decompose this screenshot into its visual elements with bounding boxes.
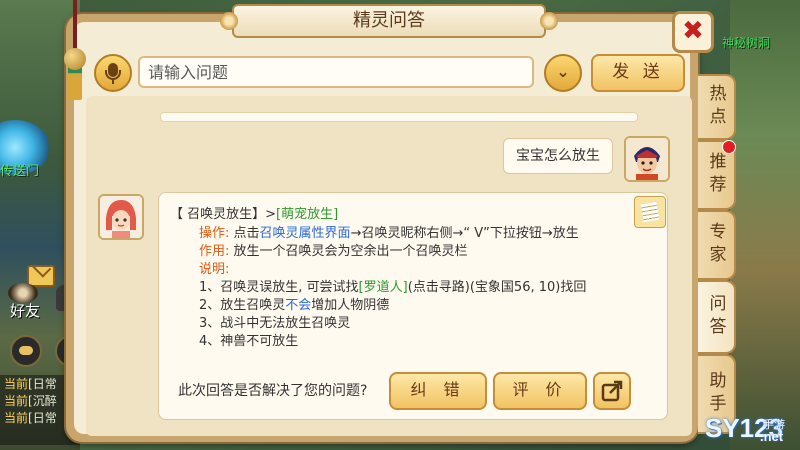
feedback-question: 此次回答是否解决了您的问题? <box>178 383 368 399</box>
answer-note-4: 4、神兽不可放生 <box>199 334 299 349</box>
portal-label[interactable]: 传送门 <box>0 160 39 179</box>
correct-error-button[interactable]: 纠 错 <box>389 372 487 410</box>
chat-icon[interactable] <box>10 335 42 367</box>
tassel-knot <box>64 48 86 70</box>
tab-qa[interactable]: 问答 <box>698 280 736 354</box>
answer-operation: 操作: 点击召唤灵属性界面→召唤灵昵称右侧→“ V”下拉按钮→放生 <box>199 226 579 241</box>
pet-release-link[interactable]: [萌宠放生] <box>276 207 338 222</box>
user-question-bubble: 宝宝怎么放生 <box>503 138 613 174</box>
npc-luodaoren-link[interactable]: [罗道人] <box>359 280 408 295</box>
answer-note-3: 3、战斗中无法放生召唤灵 <box>199 316 351 331</box>
assistant-avatar <box>98 194 144 240</box>
voice-input-button[interactable] <box>94 54 132 92</box>
history-dropdown-button[interactable]: ⌄ <box>544 54 582 92</box>
rate-button[interactable]: 评 价 <box>493 372 587 410</box>
summon-attribute-link[interactable]: 召唤灵属性界面 <box>260 226 351 241</box>
close-button[interactable]: ✖ <box>672 11 714 53</box>
answer-effect: 作用: 放生一个召唤灵会为空余出一个召唤灵栏 <box>199 244 468 259</box>
notification-dot <box>722 140 736 154</box>
notebook-icon[interactable] <box>634 196 666 228</box>
previous-message-edge <box>160 112 638 122</box>
site-watermark-net: .net <box>760 429 784 444</box>
scene-right <box>730 0 800 450</box>
share-icon <box>601 380 623 402</box>
friend-button-label[interactable]: 好友 <box>10 300 40 321</box>
question-input[interactable] <box>138 56 534 88</box>
answer-note-label: 说明: <box>199 262 230 277</box>
answer-heading: 【 召唤灵放生】>[萌宠放生] <box>170 207 339 222</box>
tab-hot[interactable]: 热点 <box>698 74 736 140</box>
dialog-title: 精灵问答 <box>220 4 558 38</box>
map-location-label: 神秘树洞 <box>722 36 771 50</box>
send-button[interactable]: 发 送 <box>591 54 685 92</box>
answer-note-2: 2、放生召唤灵不会增加人物阴德 <box>199 298 390 313</box>
answer-note-1: 1、召唤灵误放生, 可尝试找[罗道人](点击寻路)(宝象国56, 10)找回 <box>199 280 587 295</box>
user-avatar <box>624 136 670 182</box>
share-button[interactable] <box>593 372 631 410</box>
tab-expert[interactable]: 专家 <box>698 210 736 280</box>
